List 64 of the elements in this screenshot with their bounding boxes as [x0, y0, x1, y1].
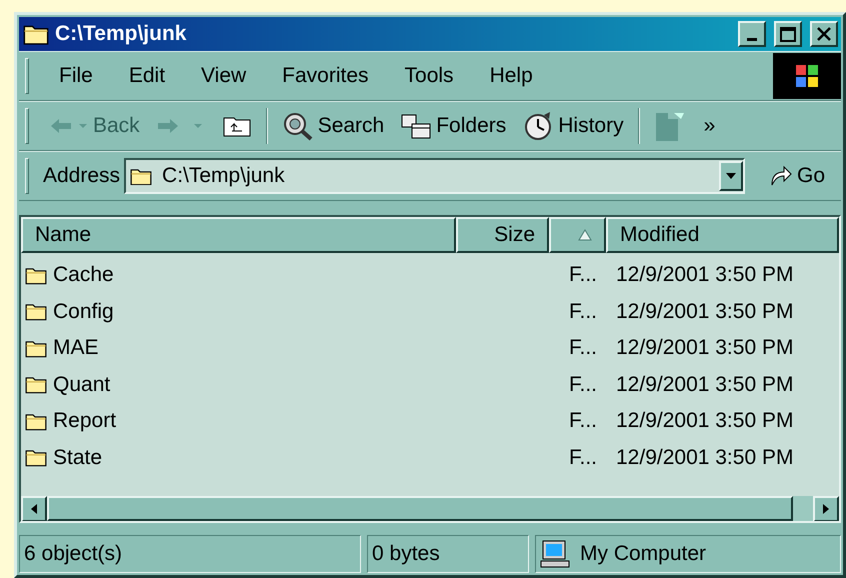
modified-cell-text: 12/9/2001 3:50 PM [615, 409, 794, 434]
modified-cell-text: 12/9/2001 3:50 PM [615, 263, 794, 288]
address-field[interactable]: C:\Temp\junk [124, 158, 745, 194]
dropdown-button[interactable] [718, 161, 743, 191]
maximize-button[interactable] [774, 21, 802, 47]
file-name[interactable]: Quant [21, 372, 549, 397]
menu-item[interactable]: Edit [112, 64, 182, 88]
type-cell-text: F... [568, 409, 598, 434]
folders-button[interactable]: Folders [394, 112, 512, 140]
history-button[interactable]: History [516, 111, 630, 141]
modified-cell-text: 12/9/2001 3:50 PM [615, 372, 794, 397]
file-name[interactable]: Cache [21, 263, 549, 288]
file-name[interactable]: State [21, 446, 549, 470]
menu-item[interactable]: View [185, 64, 262, 88]
go-button[interactable]: Go [762, 164, 831, 188]
scroll-right-button[interactable] [813, 496, 839, 521]
type-cell-text: F... [568, 300, 598, 324]
file-name[interactable]: Report [21, 409, 549, 434]
type-cell-text: F... [568, 446, 598, 470]
column-header[interactable] [549, 217, 606, 253]
folders-icon [400, 112, 432, 140]
go-arrow-icon [768, 165, 793, 187]
folder-icon [25, 412, 47, 431]
left-arrow-icon [49, 116, 89, 136]
minimize-icon [747, 38, 757, 40]
search-button[interactable]: Search [276, 111, 390, 141]
folder-icon [25, 266, 47, 285]
folder-icon [25, 448, 47, 468]
folder-icon [25, 375, 47, 394]
menu-item[interactable]: File [43, 64, 109, 88]
file-name[interactable]: Config [21, 300, 549, 324]
menu-item[interactable]: Help [474, 64, 549, 88]
close-button[interactable] [810, 21, 838, 47]
search-icon [282, 111, 314, 141]
close-icon [817, 27, 831, 41]
minimize-button[interactable] [738, 21, 766, 47]
status-objects: 6 object(s) [19, 535, 361, 573]
column-header[interactable]: Size [456, 217, 549, 253]
folder-icon [25, 338, 47, 358]
computer-icon [540, 540, 570, 568]
more-button[interactable]: » [698, 114, 722, 138]
window-title: C:\Temp\junk [55, 22, 188, 46]
menu-item[interactable]: Tools [388, 64, 470, 88]
left-arrow-icon [31, 504, 37, 514]
folder-icon [130, 166, 152, 186]
folder-icon [25, 302, 47, 322]
right-arrow-icon [823, 504, 829, 514]
modified-cell-text: 12/9/2001 3:50 PM [615, 300, 794, 324]
type-cell-text: F... [568, 263, 598, 288]
column-header[interactable]: Name [21, 217, 456, 253]
caret-icon [726, 173, 736, 179]
status-size: 0 bytes [367, 535, 529, 573]
scroll-left-button[interactable] [21, 496, 47, 521]
menu-item[interactable]: Favorites [266, 64, 385, 88]
modified-cell-text: 12/9/2001 3:50 PM [615, 336, 794, 360]
address-label: Address [43, 164, 120, 188]
column-header[interactable]: Modified [606, 217, 839, 253]
file-name[interactable]: MAE [21, 336, 549, 360]
type-cell-text: F... [568, 372, 598, 397]
windows-logo-icon [794, 63, 820, 89]
status-zone: My Computer [535, 535, 841, 573]
modified-cell-text: 12/9/2001 3:50 PM [615, 446, 794, 470]
maximize-icon [780, 26, 796, 42]
type-cell-text: F... [568, 336, 598, 360]
